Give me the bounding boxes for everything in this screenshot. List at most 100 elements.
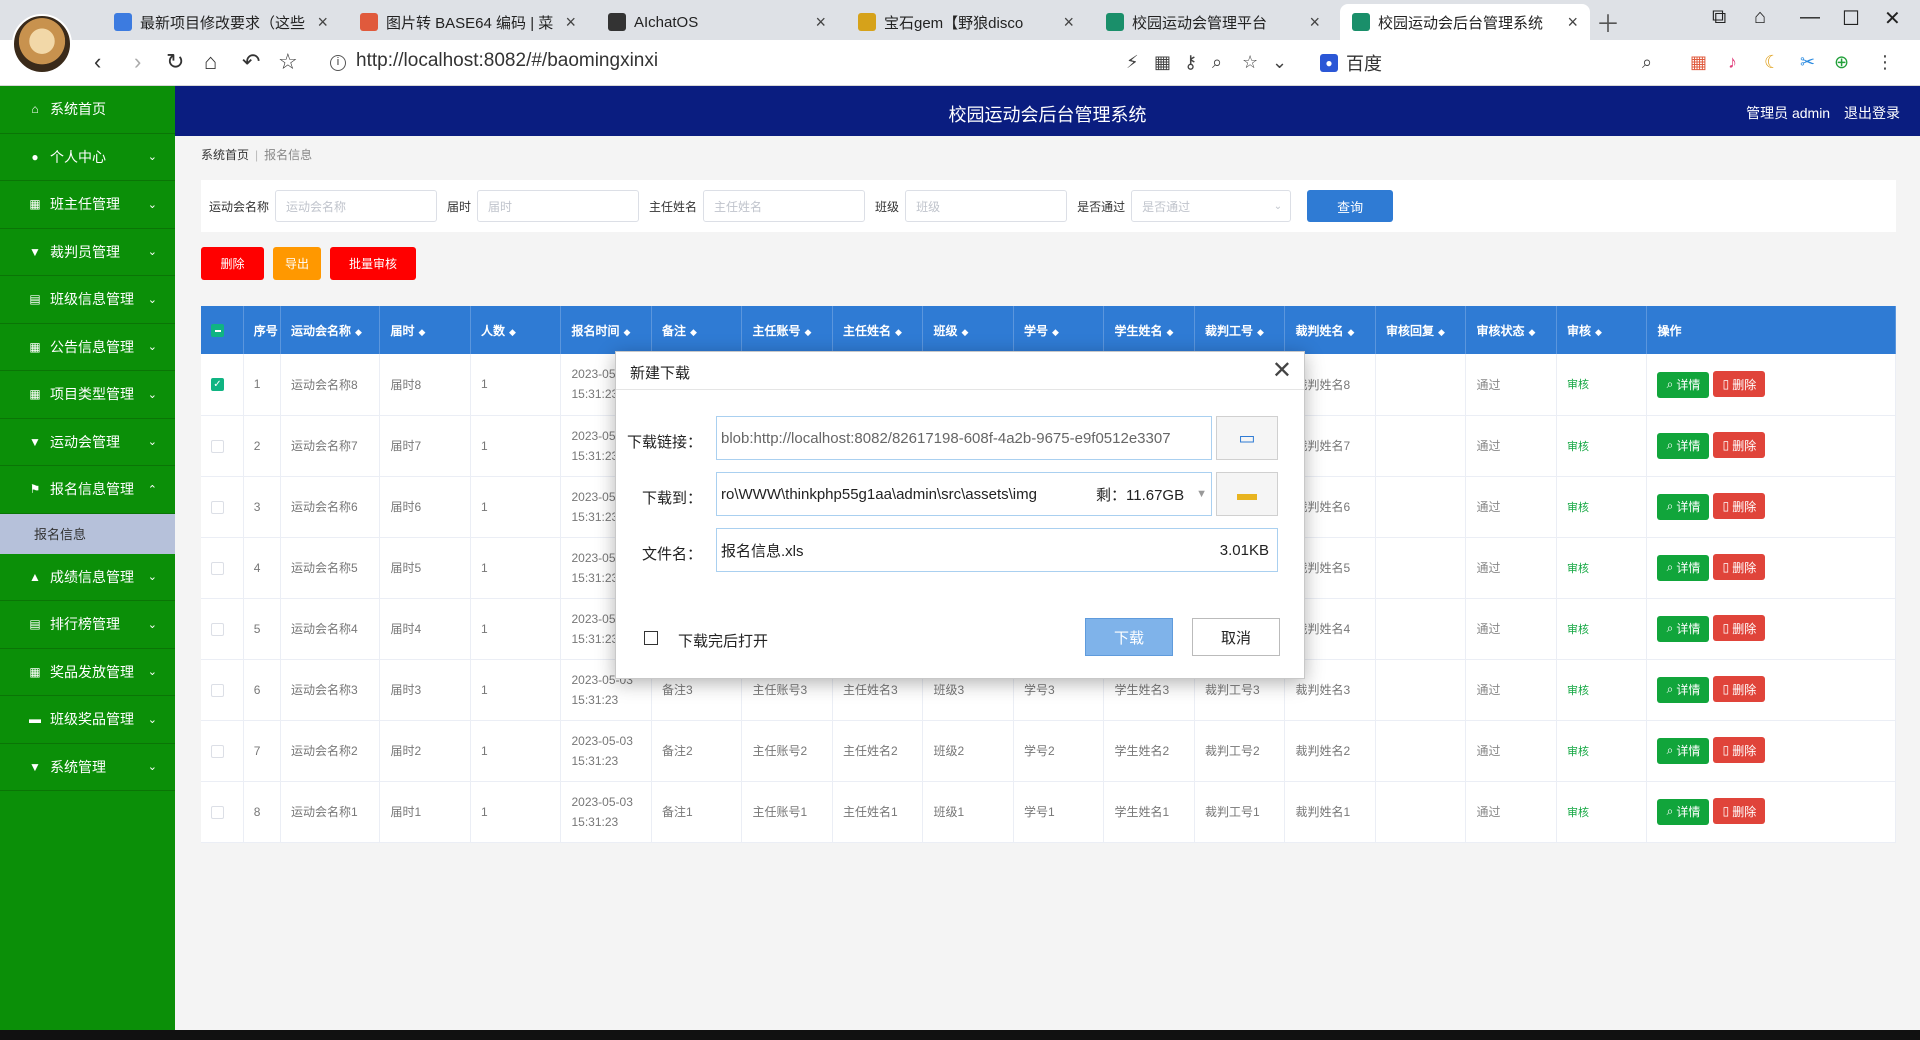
filter-input-2[interactable]: 主任姓名: [703, 190, 866, 222]
minimize-icon[interactable]: —: [1800, 6, 1820, 29]
sidebar-item-1[interactable]: ● 个人中心 ⌄: [0, 134, 175, 181]
sidebar-item-11[interactable]: ▦ 奖品发放管理 ⌄: [0, 649, 175, 696]
column-header[interactable]: 审核 ◆: [1556, 306, 1648, 354]
sort-icon[interactable]: ◆: [624, 327, 631, 337]
export-button[interactable]: 导出: [273, 247, 321, 280]
query-button[interactable]: 查询: [1307, 190, 1394, 222]
key-icon[interactable]: ⚷: [1184, 52, 1197, 73]
detail-button[interactable]: ⌕ 详情: [1657, 554, 1710, 581]
row-delete-button[interactable]: ▯ 删除: [1713, 798, 1766, 825]
sort-icon[interactable]: ◆: [1348, 327, 1355, 337]
logout-link[interactable]: 退出登录: [1844, 105, 1900, 121]
window-skin-icon[interactable]: ⌂: [1754, 6, 1766, 29]
close-window-icon[interactable]: ✕: [1884, 6, 1901, 31]
sort-icon[interactable]: ◆: [509, 327, 516, 337]
sidebar-item-6[interactable]: ▦ 项目类型管理 ⌄: [0, 371, 175, 419]
sort-icon[interactable]: ◆: [1167, 327, 1174, 337]
close-icon[interactable]: ✕: [1272, 356, 1292, 385]
row-checkbox[interactable]: [211, 561, 224, 575]
column-header[interactable]: 届时 ◆: [379, 306, 471, 354]
tab-close-icon[interactable]: ×: [1567, 12, 1578, 33]
pass-select[interactable]: 是否通过 ⌄: [1131, 190, 1292, 222]
sidebar-item-8[interactable]: ⚑ 报名信息管理 ⌃: [0, 466, 175, 514]
row-checkbox[interactable]: [211, 622, 224, 636]
music-icon[interactable]: ♪: [1728, 52, 1737, 73]
sidebar-item-7[interactable]: ▼ 运动会管理 ⌄: [0, 419, 175, 466]
chevron-down-icon[interactable]: ⌄: [1272, 52, 1287, 73]
back-icon[interactable]: ‹: [94, 49, 101, 75]
column-header[interactable]: 人数 ◆: [470, 306, 562, 354]
detail-button[interactable]: ⌕ 详情: [1657, 676, 1710, 703]
sort-icon[interactable]: ◆: [962, 327, 969, 337]
detail-button[interactable]: ⌕ 详情: [1657, 432, 1710, 459]
cancel-button[interactable]: 取消: [1192, 618, 1280, 656]
detail-button[interactable]: ⌕ 详情: [1657, 371, 1710, 398]
browser-tab-1[interactable]: 最新项目修改要求（这些 ×: [102, 4, 340, 40]
audit-link[interactable]: 审核: [1567, 807, 1589, 819]
sort-icon[interactable]: ◆: [805, 327, 812, 337]
sidebar-sub-item-baomingxinxi[interactable]: 报名信息: [0, 513, 175, 554]
column-header[interactable]: 裁判姓名 ◆: [1284, 306, 1376, 354]
sidebar-item-12[interactable]: ▬ 班级奖品管理 ⌄: [0, 696, 175, 744]
column-header[interactable]: 主任姓名 ◆: [832, 306, 924, 354]
reload-icon[interactable]: ↻: [166, 49, 184, 75]
sidebar-item-2[interactable]: ▦ 班主任管理 ⌄: [0, 181, 175, 229]
flash-icon[interactable]: ⚡: [1126, 52, 1139, 73]
browser-tab-2[interactable]: 图片转 BASE64 编码 | 菜 ×: [348, 4, 588, 40]
sort-icon[interactable]: ◆: [895, 327, 902, 337]
detail-button[interactable]: ⌕ 详情: [1657, 615, 1710, 642]
open-after-checkbox[interactable]: [644, 631, 658, 645]
filename-input[interactable]: 报名信息.xls 3.01KB: [716, 528, 1278, 572]
row-delete-button[interactable]: ▯ 删除: [1713, 615, 1766, 642]
search-engine[interactable]: ● 百度: [1320, 50, 1382, 76]
row-checkbox[interactable]: [211, 500, 224, 514]
select-all-checkbox[interactable]: [211, 324, 224, 338]
window-menu-icon[interactable]: ⧉: [1712, 6, 1726, 29]
column-header[interactable]: 审核状态 ◆: [1465, 306, 1557, 354]
download-button[interactable]: 下载: [1085, 618, 1173, 656]
qr-icon[interactable]: ▦: [1154, 52, 1171, 73]
audit-link[interactable]: 审核: [1567, 746, 1589, 758]
browser-tab-6[interactable]: 校园运动会后台管理系统 ×: [1340, 4, 1590, 40]
row-delete-button[interactable]: ▯ 删除: [1713, 432, 1766, 459]
path-dropdown-icon[interactable]: ▼: [1196, 488, 1207, 500]
sidebar-item-13[interactable]: ▼ 系统管理 ⌄: [0, 744, 175, 791]
column-header[interactable]: 班级 ◆: [922, 306, 1014, 354]
detail-button[interactable]: ⌕ 详情: [1657, 493, 1710, 520]
sort-icon[interactable]: ◆: [1438, 327, 1445, 337]
tab-close-icon[interactable]: ×: [1309, 12, 1320, 33]
tab-close-icon[interactable]: ×: [815, 12, 826, 33]
undo-icon[interactable]: ↶: [242, 49, 260, 75]
detail-button[interactable]: ⌕ 详情: [1657, 798, 1710, 825]
browse-folder-button[interactable]: ▬: [1216, 472, 1278, 516]
favorite-icon[interactable]: ☆: [1242, 52, 1258, 73]
audit-link[interactable]: 审核: [1567, 563, 1589, 575]
sort-icon[interactable]: ◆: [1257, 327, 1264, 337]
sort-icon[interactable]: ◆: [355, 327, 362, 337]
row-checkbox[interactable]: [211, 744, 224, 758]
save-path-input[interactable]: ro\WWW\thinkphp55g1aa\admin\src\assets\i…: [716, 472, 1212, 516]
detail-button[interactable]: ⌕ 详情: [1657, 737, 1710, 764]
download-icon[interactable]: ⊕: [1834, 52, 1849, 73]
sidebar-item-4[interactable]: ▤ 班级信息管理 ⌄: [0, 276, 175, 324]
column-header[interactable]: 审核回复 ◆: [1375, 306, 1467, 354]
sort-icon[interactable]: ◆: [1052, 327, 1059, 337]
download-link-input[interactable]: blob:http://localhost:8082/82617198-608f…: [716, 416, 1212, 460]
column-header[interactable]: 序号◆: [243, 306, 281, 354]
column-header[interactable]: 学生姓名 ◆: [1103, 306, 1195, 354]
column-header[interactable]: 备注 ◆: [651, 306, 743, 354]
apps-icon[interactable]: ▦: [1690, 52, 1707, 73]
row-delete-button[interactable]: ▯ 删除: [1713, 371, 1766, 397]
tab-close-icon[interactable]: ×: [565, 12, 576, 33]
row-checkbox[interactable]: [211, 805, 224, 819]
maximize-icon[interactable]: ☐: [1842, 6, 1860, 31]
sidebar-item-0[interactable]: ⌂ 系统首页: [0, 86, 175, 134]
filter-input-0[interactable]: 运动会名称: [275, 190, 438, 222]
zoom-icon[interactable]: ⌕: [1212, 52, 1222, 73]
url-field[interactable]: i http://localhost:8082/#/baomingxinxi: [330, 50, 658, 72]
sidebar-item-10[interactable]: ▤ 排行榜管理 ⌄: [0, 601, 175, 649]
column-header[interactable]: 主任账号 ◆: [741, 306, 833, 354]
sort-icon[interactable]: ◆: [1595, 327, 1602, 337]
tab-close-icon[interactable]: ×: [1063, 12, 1074, 33]
forward-icon[interactable]: ›: [134, 49, 141, 75]
